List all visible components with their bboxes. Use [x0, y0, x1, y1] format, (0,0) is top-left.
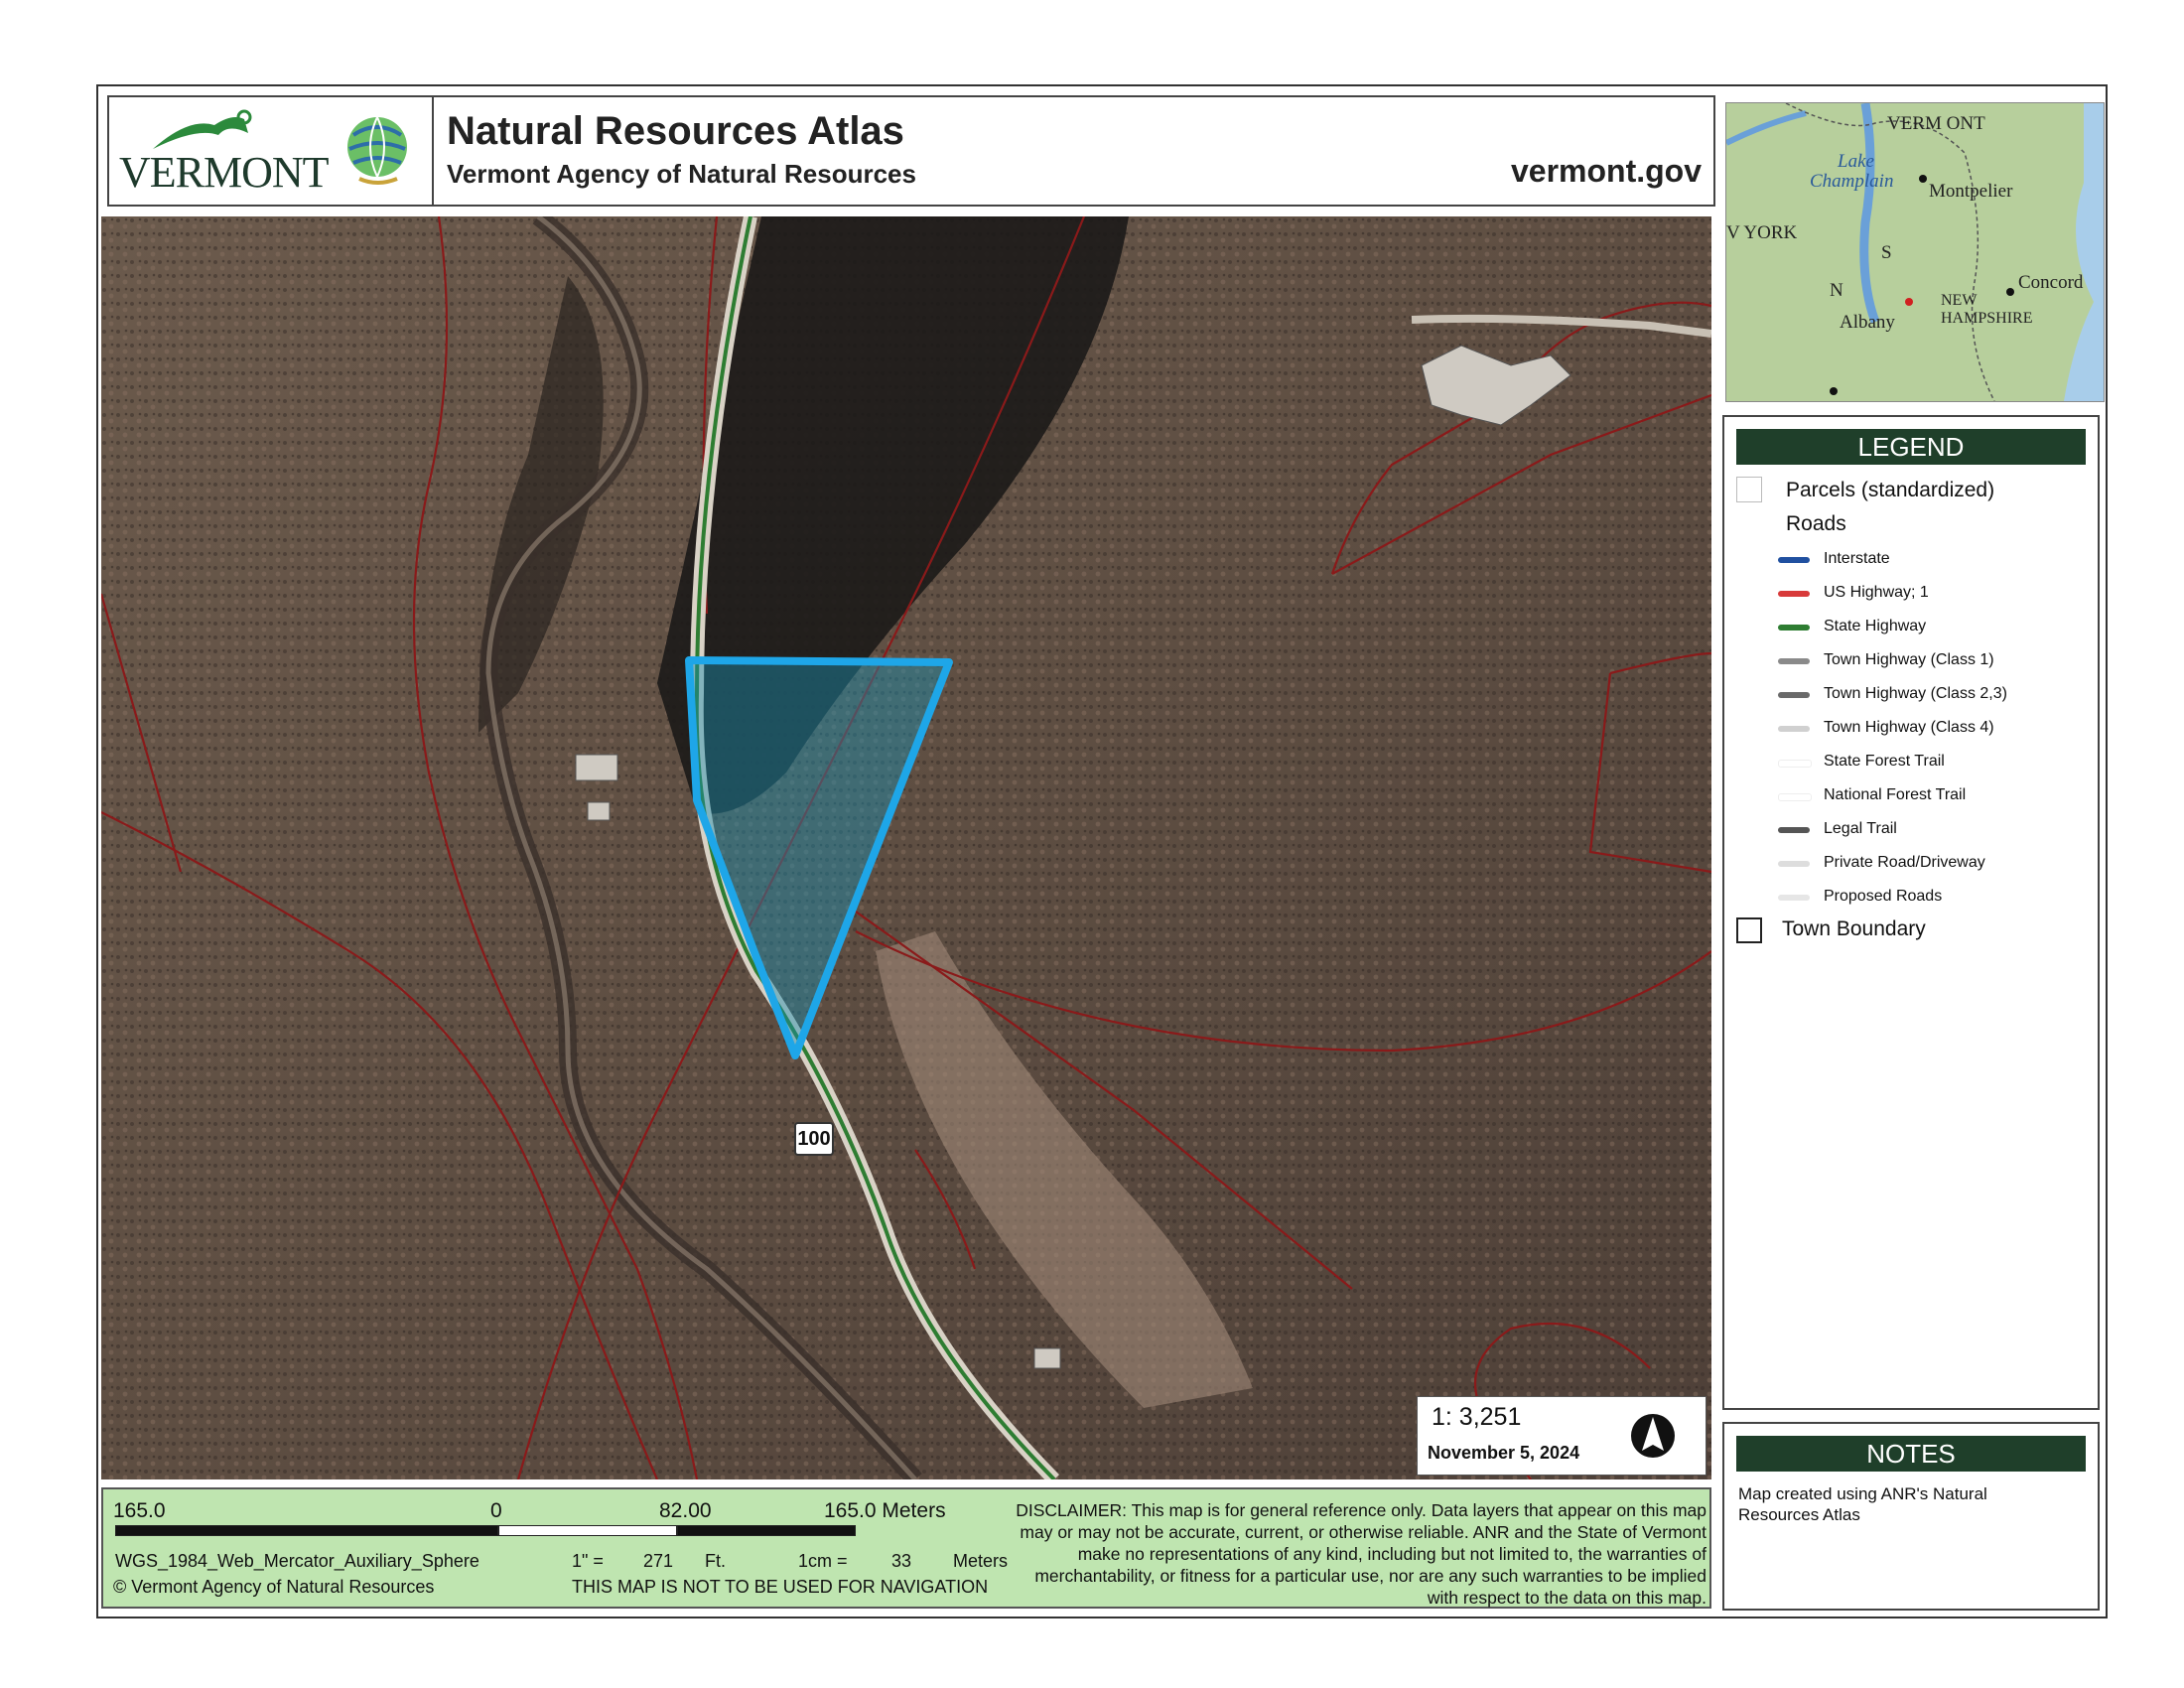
scale-ratio: 1: 3,251: [1432, 1403, 1522, 1431]
navigation-warning: THIS MAP IS NOT TO BE USED FOR NAVIGATIO…: [572, 1577, 989, 1597]
legend-road-symbol: [1778, 726, 1810, 732]
cm-unit: Meters: [953, 1551, 1009, 1571]
projection-label: WGS_1984_Web_Mercator_Auxiliary_Sphere: [115, 1551, 479, 1571]
inch-value: 271: [643, 1551, 674, 1571]
legend-road-label: State Forest Trail: [1824, 753, 1945, 770]
map-footer: 165.0 0 82.00 165.0 Meters WGS_1984_Web_…: [101, 1487, 1711, 1609]
inset-label-albany: Albany: [1840, 312, 1895, 333]
parcels-swatch: [1736, 477, 1762, 502]
legend-road-label: Legal Trail: [1824, 820, 1897, 837]
scale-bar-segment-1: [115, 1525, 498, 1536]
legend-road-symbol: [1778, 793, 1812, 801]
north-arrow-icon: [1631, 1414, 1675, 1458]
legend-road-label: Town Highway (Class 2,3): [1824, 685, 2007, 702]
legend-town-boundary-label: Town Boundary: [1782, 917, 1926, 940]
inset-label-lake: Lake: [1838, 151, 1874, 172]
locator-inset-map[interactable]: VERM ONT Lake Champlain Montpelier V YOR…: [1725, 102, 2105, 402]
legend-road-symbol: [1778, 861, 1810, 867]
map-title: Natural Resources Atlas: [447, 109, 904, 153]
inset-label-concord: Concord: [2018, 272, 2084, 293]
legend-road-symbol: [1778, 895, 1810, 901]
cm-value: 33: [891, 1551, 912, 1571]
legend-road-label: Proposed Roads: [1824, 888, 1943, 905]
legend-road-label: Interstate: [1824, 550, 1890, 567]
inset-label-champlain: Champlain: [1810, 171, 1894, 192]
legend-roads-label: Roads: [1786, 512, 1846, 535]
scale-bar-zero-label: 0: [490, 1499, 502, 1522]
vermont-wordmark: VERMONT: [119, 148, 330, 197]
scale-bar-segment-2: [498, 1525, 677, 1536]
inset-label-vermont: VERM ONT: [1887, 113, 1985, 134]
inch-unit: Ft.: [705, 1551, 726, 1571]
scale-bar-mid-label: 82.00: [659, 1499, 712, 1522]
route-shield: 100: [794, 1122, 834, 1156]
inset-label-york: V YORK: [1726, 222, 1798, 243]
legend-road-label: State Highway: [1824, 618, 1927, 634]
legend-road-label: Town Highway (Class 1): [1824, 651, 1994, 668]
legend-road-label: US Highway; 1: [1824, 584, 1929, 601]
legend-road-label: Town Highway (Class 4): [1824, 719, 1994, 736]
cm-label: 1cm =: [798, 1551, 848, 1571]
legend-parcels-label: Parcels (standardized): [1786, 479, 1995, 501]
location-marker: [1905, 298, 1913, 306]
anr-globe-icon: [347, 116, 407, 185]
town-boundary-swatch: [1736, 917, 1762, 943]
scale-bar-left-label: 165.0: [113, 1499, 166, 1522]
inset-label-s: S: [1881, 242, 1892, 263]
notes-title: NOTES: [1736, 1436, 2086, 1472]
inset-label-new: NEW: [1941, 292, 1978, 309]
disclaimer-text: DISCLAIMER: This map is for general refe…: [1016, 1500, 1706, 1608]
scale-bar-segment-3: [677, 1525, 856, 1536]
legend-road-symbol: [1778, 625, 1810, 631]
legend-road-symbol: [1778, 692, 1810, 698]
legend-road-label: National Forest Trail: [1824, 786, 1967, 803]
legend-road-symbol: [1778, 591, 1810, 597]
copyright-label: © Vermont Agency of Natural Resources: [113, 1577, 435, 1597]
map-header: VERMONT Natural Resources Atlas Vermont …: [107, 95, 1715, 207]
map-subtitle: Vermont Agency of Natural Resources: [447, 159, 916, 189]
scale-ratio-box: 1: 3,251 November 5, 2024: [1417, 1396, 1706, 1476]
inset-label-montpelier: Montpelier: [1929, 181, 2013, 202]
inch-label: 1" =: [572, 1551, 604, 1571]
aerial-map[interactable]: 100 1: 3,251 November 5, 2024: [101, 216, 1711, 1479]
vermont-logo: VERMONT: [109, 97, 434, 205]
legend-road-symbol: [1778, 760, 1812, 768]
legend-road-symbol: [1778, 827, 1810, 833]
inset-label-hampshire: HAMPSHIRE: [1941, 310, 2033, 327]
legend-road-label: Private Road/Driveway: [1824, 854, 1985, 871]
notes-text: Map created using ANR's Natural Resource…: [1738, 1484, 1987, 1524]
notes-panel: NOTES Map created using ANR's Natural Re…: [1722, 1422, 2100, 1611]
scale-bar-right-label: 165.0 Meters: [824, 1499, 946, 1522]
map-date: November 5, 2024: [1428, 1443, 1580, 1463]
legend-road-symbol: [1778, 557, 1810, 563]
legend-road-symbol: [1778, 658, 1810, 664]
legend-panel: LEGEND Parcels (standardized) Roads Inte…: [1722, 415, 2100, 1410]
legend-title: LEGEND: [1736, 429, 2086, 465]
inset-label-n: N: [1830, 280, 1843, 301]
site-link[interactable]: vermont.gov: [1511, 153, 1702, 190]
